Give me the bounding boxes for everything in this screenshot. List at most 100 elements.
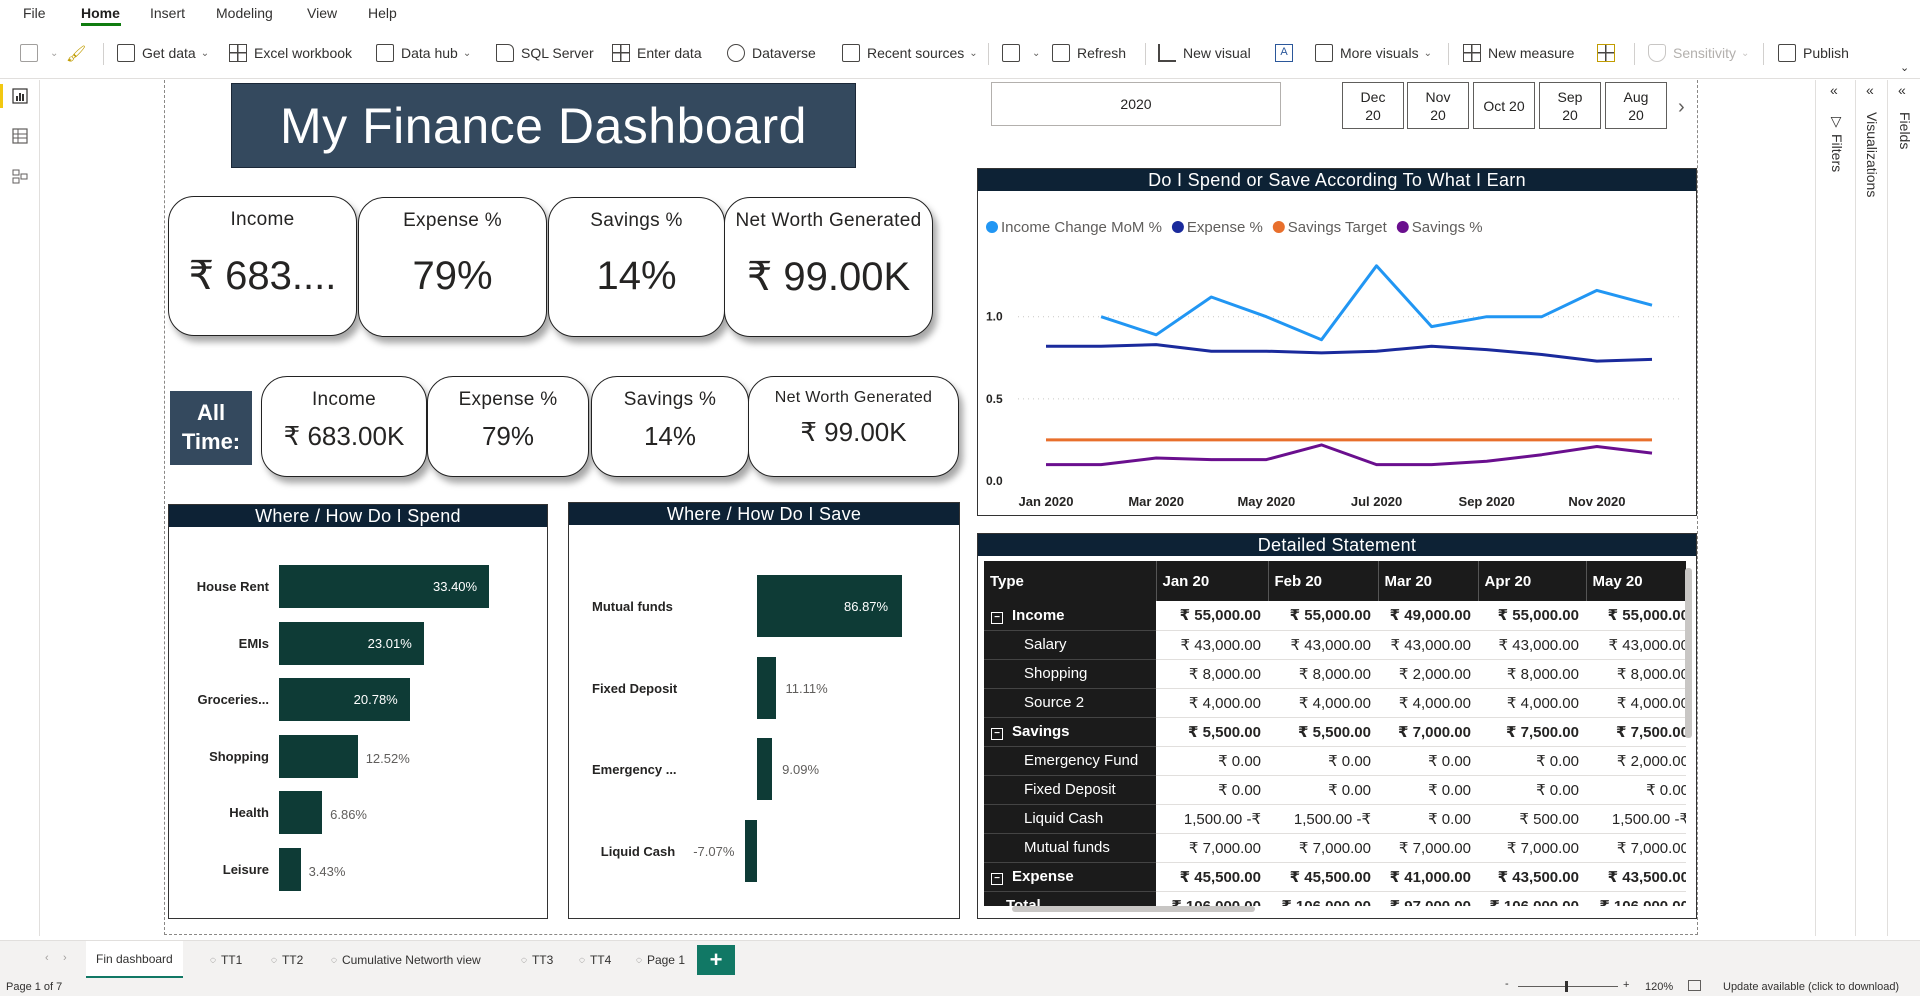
series-line-1[interactable] [1046, 343, 1653, 363]
publish-button[interactable]: Publish [1778, 41, 1849, 65]
row-header[interactable]: Source 2 [984, 688, 1156, 718]
zoom-slider[interactable] [1518, 986, 1618, 987]
add-page-button[interactable]: + [697, 945, 735, 975]
fit-to-page-icon[interactable] [1688, 980, 1701, 991]
visualizations-pane[interactable]: « Visualizations [1855, 80, 1887, 936]
zoom-out-button[interactable]: - [1505, 978, 1509, 990]
save-bar[interactable] [757, 656, 776, 719]
kpi-card[interactable]: Income ₹ 683.... [168, 196, 357, 336]
month-tile[interactable]: Nov 20 [1407, 82, 1469, 129]
row-header[interactable]: Emergency Fund [984, 746, 1156, 776]
menu-view[interactable]: View [307, 5, 337, 21]
data-view-icon[interactable] [12, 128, 28, 144]
data-hub-button[interactable]: Data hub ⌄ [376, 41, 471, 65]
kpi-card[interactable]: Net Worth Generated ₹ 99.00K [724, 197, 933, 337]
month-tile[interactable]: Dec 20 [1342, 82, 1404, 129]
tab-page[interactable]: ◌ TT4 [569, 941, 621, 979]
legend-item[interactable]: Savings % [1396, 219, 1483, 236]
refresh-button[interactable]: Refresh [1052, 41, 1126, 65]
month-tile[interactable]: Aug 20 [1605, 82, 1667, 129]
kpi-card-all-time[interactable]: Savings % 14% [591, 376, 749, 477]
more-visuals-button[interactable]: More visuals ⌄ [1315, 41, 1432, 65]
column-header[interactable]: Mar 20 [1378, 561, 1479, 601]
spend-bar[interactable] [279, 734, 358, 778]
ribbon-collapse-button[interactable]: ⌄ [1900, 55, 1909, 79]
save-bar[interactable] [757, 738, 773, 800]
row-header[interactable]: Fixed Deposit [984, 775, 1156, 805]
excel-workbook-button[interactable]: Excel workbook [229, 41, 352, 65]
text-box-button[interactable]: A [1275, 41, 1300, 65]
tab-page[interactable]: ◌ TT3 [511, 941, 563, 979]
month-tile[interactable]: Oct 20 [1473, 82, 1535, 129]
expand-visualizations-icon[interactable]: « [1866, 82, 1874, 98]
row-header[interactable]: − Income [984, 601, 1156, 631]
year-slicer[interactable]: 2020 [991, 82, 1281, 126]
tab-page[interactable]: Fin dashboard [86, 941, 183, 979]
fields-pane[interactable]: « Fields [1887, 80, 1920, 936]
save-bar[interactable] [745, 819, 757, 882]
new-visual-button[interactable]: New visual [1158, 41, 1251, 65]
month-tile[interactable]: Sep 20 [1539, 82, 1601, 129]
tab-page[interactable]: ◌ TT1 [200, 941, 252, 979]
menu-help[interactable]: Help [368, 5, 397, 21]
sql-server-button[interactable]: SQL Server [496, 41, 594, 65]
update-available-link[interactable]: Update available (click to download) [1723, 981, 1899, 993]
recent-sources-button[interactable]: Recent sources ⌄ [842, 41, 978, 65]
model-view-icon[interactable] [12, 168, 28, 184]
column-header[interactable]: Apr 20 [1478, 561, 1587, 601]
transform-data-button[interactable]: ⌄ [1002, 41, 1040, 65]
expand-filters-icon[interactable]: « [1830, 82, 1838, 98]
column-header[interactable]: Type [984, 561, 1157, 601]
tab-page[interactable]: ◌ Page 1 [626, 941, 695, 979]
statement-vscrollbar[interactable] [1685, 568, 1692, 738]
quick-measure-button[interactable] [1597, 41, 1622, 65]
collapse-icon[interactable]: − [991, 873, 1003, 885]
paste-button[interactable]: ⌄ [20, 41, 58, 65]
filters-pane[interactable]: « ▽ Filters [1815, 80, 1855, 936]
spend-bar[interactable] [279, 847, 301, 891]
column-header[interactable]: Jan 20 [1156, 561, 1269, 601]
collapse-icon[interactable]: − [991, 728, 1003, 740]
format-painter-button[interactable]: 🖌 [66, 41, 91, 65]
menu-home[interactable]: Home [81, 5, 120, 21]
menu-file[interactable]: File [23, 5, 46, 21]
row-header[interactable]: Shopping [984, 659, 1156, 689]
column-header[interactable]: Feb 20 [1268, 561, 1379, 601]
tab-prev-icon[interactable]: ‹ [45, 952, 49, 964]
zoom-slider-thumb[interactable] [1565, 981, 1568, 992]
kpi-card[interactable]: Savings % 14% [548, 197, 725, 337]
new-measure-button[interactable]: New measure [1463, 41, 1574, 65]
kpi-card-all-time[interactable]: Expense % 79% [427, 376, 589, 477]
kpi-card[interactable]: Expense % 79% [358, 197, 547, 337]
legend-item[interactable]: Expense % [1171, 219, 1263, 236]
chevron-right-icon[interactable]: › [1678, 96, 1685, 119]
series-line-3[interactable] [1046, 443, 1653, 467]
save-bar-chart[interactable]: Where / How Do I Save Mutual funds 86.87%… [568, 502, 960, 919]
get-data-button[interactable]: Get data ⌄ [117, 41, 209, 65]
spend-bar-chart[interactable]: Where / How Do I Spend House Rent 33.40% E… [168, 504, 548, 919]
spend-bar[interactable] [279, 791, 323, 834]
row-header[interactable]: − Expense [984, 862, 1156, 892]
menu-insert[interactable]: Insert [150, 5, 185, 21]
kpi-card-all-time[interactable]: Net Worth Generated ₹ 99.00K [748, 376, 959, 477]
legend-item[interactable]: Income Change MoM % [986, 219, 1162, 236]
column-header[interactable]: May 20 [1586, 561, 1686, 601]
tab-page[interactable]: ◌ TT2 [261, 941, 313, 979]
kpi-card-all-time[interactable]: Income ₹ 683.00K [261, 376, 427, 477]
statement-hscrollbar[interactable] [1012, 906, 1255, 912]
spend-save-line-chart[interactable]: Do I Spend or Save According To What I E… [977, 168, 1697, 516]
dataverse-button[interactable]: Dataverse [727, 41, 816, 65]
menu-modeling[interactable]: Modeling [216, 5, 273, 21]
row-header[interactable]: Mutual funds [984, 833, 1156, 863]
row-header[interactable]: Liquid Cash [984, 804, 1156, 834]
tab-page[interactable]: ◌ Cumulative Networth view [321, 941, 491, 979]
expand-fields-icon[interactable]: « [1898, 82, 1906, 98]
zoom-in-button[interactable]: + [1623, 979, 1629, 991]
row-header[interactable]: − Savings [984, 717, 1156, 747]
series-line-0[interactable] [1100, 264, 1653, 342]
legend-item[interactable]: Savings Target [1272, 219, 1388, 236]
enter-data-button[interactable]: Enter data [612, 41, 702, 65]
sensitivity-button[interactable]: Sensitivity ⌄ [1648, 41, 1749, 65]
collapse-icon[interactable]: − [991, 611, 1003, 624]
tab-next-icon[interactable]: › [63, 952, 67, 964]
